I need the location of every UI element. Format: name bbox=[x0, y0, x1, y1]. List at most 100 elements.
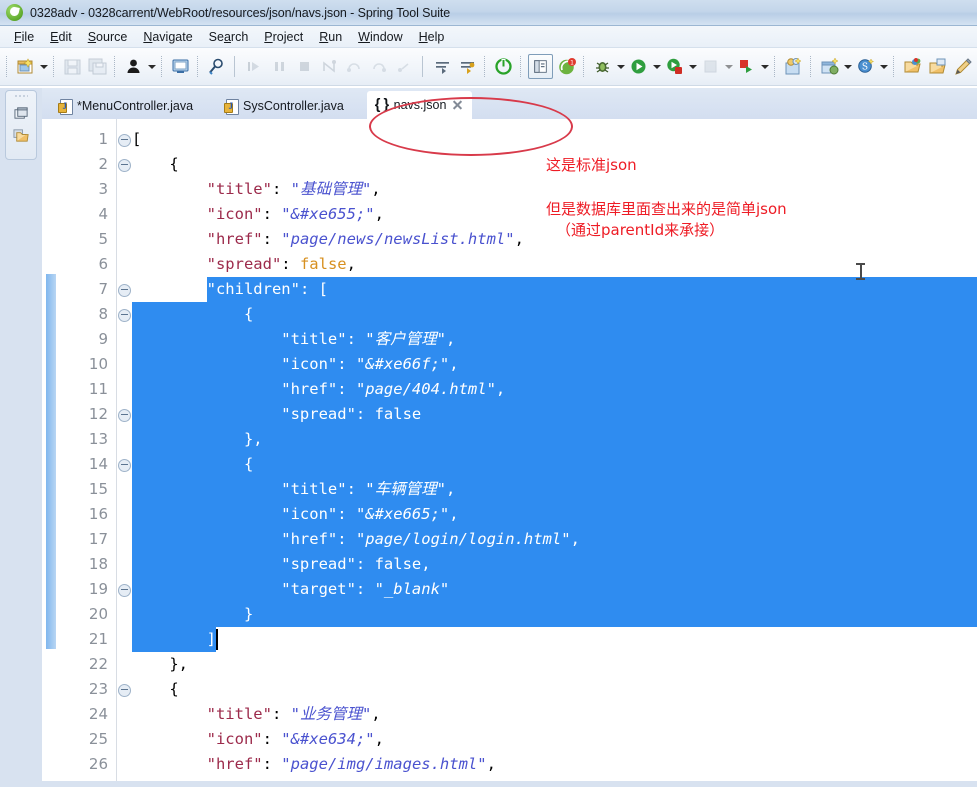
run-icon[interactable] bbox=[627, 55, 650, 78]
toolbar-separator bbox=[583, 56, 586, 77]
new-wizard-dropdown-arrow[interactable] bbox=[38, 55, 49, 78]
next-annotation-icon[interactable] bbox=[431, 55, 454, 78]
code-line[interactable]: "spread": false, bbox=[281, 552, 430, 577]
user-icon[interactable] bbox=[122, 55, 145, 78]
toggle-mark-occurrences-icon[interactable] bbox=[528, 54, 553, 79]
pencil-icon[interactable] bbox=[951, 55, 974, 78]
annotation-note-2: 但是数据库里面查出来的是简单json bbox=[546, 199, 787, 219]
menu-run[interactable]: Run bbox=[311, 29, 350, 45]
line-number: 24 bbox=[58, 702, 108, 727]
fold-toggle-icon[interactable] bbox=[118, 309, 131, 322]
run-as-server-icon[interactable] bbox=[663, 55, 686, 78]
save-icon bbox=[61, 55, 84, 78]
editor-tab-syscontroller.java[interactable]: JSysController.java bbox=[216, 93, 353, 119]
code-token: : bbox=[356, 405, 375, 423]
code-token: "title" bbox=[281, 330, 346, 348]
quick-access-search-icon[interactable] bbox=[205, 55, 228, 78]
menu-search[interactable]: Search bbox=[201, 29, 257, 45]
fold-toggle-icon[interactable] bbox=[118, 584, 131, 597]
debug-dropdown-arrow[interactable] bbox=[615, 55, 626, 78]
fold-toggle-icon[interactable] bbox=[118, 459, 131, 472]
menu-navigate[interactable]: Navigate bbox=[135, 29, 200, 45]
code-line[interactable]: { bbox=[169, 152, 178, 177]
code-line[interactable]: "href": "page/news/newsList.html", bbox=[207, 227, 524, 252]
menu-source[interactable]: Source bbox=[80, 29, 136, 45]
open-type-icon[interactable] bbox=[901, 55, 924, 78]
code-line[interactable]: "spread": false bbox=[281, 402, 421, 427]
fold-toggle-icon[interactable] bbox=[118, 159, 131, 172]
code-token: : [ bbox=[300, 280, 328, 298]
code-token: }, bbox=[169, 655, 188, 673]
toolbar-separator bbox=[197, 56, 200, 77]
code-line[interactable]: { bbox=[244, 302, 253, 327]
menu-file[interactable]: File bbox=[6, 29, 42, 45]
fold-toggle-icon[interactable] bbox=[118, 684, 131, 697]
fold-toggle-icon[interactable] bbox=[118, 409, 131, 422]
code-line[interactable]: "title": "客户管理", bbox=[281, 327, 455, 352]
code-line[interactable]: } bbox=[244, 602, 253, 627]
menu-edit[interactable]: Edit bbox=[42, 29, 80, 45]
console-icon[interactable] bbox=[169, 55, 192, 78]
drop-to-frame-icon bbox=[368, 55, 391, 78]
code-line[interactable]: "icon": "&#xe634;", bbox=[207, 727, 384, 752]
code-line[interactable]: "target": "_blank" bbox=[281, 577, 449, 602]
new-java-class-icon[interactable] bbox=[782, 55, 805, 78]
code-line[interactable]: "icon": "&#xe665;", bbox=[281, 502, 458, 527]
search-dropdown-arrow[interactable] bbox=[878, 55, 889, 78]
code-line[interactable]: }, bbox=[244, 427, 263, 452]
code-line[interactable]: "href": "page/404.html", bbox=[281, 377, 505, 402]
spring-boot-dashboard-icon[interactable]: 1 bbox=[555, 55, 578, 78]
fold-toggle-icon[interactable] bbox=[118, 134, 131, 147]
menu-window[interactable]: Window bbox=[350, 29, 410, 45]
run-dropdown-arrow[interactable] bbox=[651, 55, 662, 78]
code-token: : bbox=[347, 480, 366, 498]
debug-bug-icon[interactable] bbox=[591, 55, 614, 78]
toolbar-separator bbox=[161, 56, 164, 77]
editor-tab-menucontroller.java[interactable]: J*MenuController.java bbox=[50, 93, 202, 119]
code-token: ] bbox=[207, 630, 216, 648]
fold-toggle-icon[interactable] bbox=[118, 284, 131, 297]
code-line[interactable]: "href": "page/img/images.html", bbox=[207, 752, 496, 777]
open-resource-icon[interactable] bbox=[926, 55, 949, 78]
power-toggle-icon[interactable] bbox=[492, 55, 515, 78]
profile-dropdown-arrow[interactable] bbox=[723, 55, 734, 78]
previous-annotation-icon[interactable] bbox=[456, 55, 479, 78]
search-icon[interactable]: S bbox=[854, 55, 877, 78]
code-line[interactable]: "title": "业务管理", bbox=[207, 702, 381, 727]
new-package-dropdown-arrow[interactable] bbox=[842, 55, 853, 78]
new-package-icon[interactable] bbox=[818, 55, 841, 78]
code-line[interactable]: "href": "page/login/login.html", bbox=[281, 527, 580, 552]
code-line[interactable]: "icon": "&#xe655;", bbox=[207, 202, 384, 227]
fast-view-grip[interactable] bbox=[14, 94, 28, 98]
line-number-ruler: 1234567891011121314151617181920212223242… bbox=[58, 119, 117, 787]
code-line[interactable]: "children": [ bbox=[207, 277, 328, 302]
menu-project[interactable]: Project bbox=[256, 29, 311, 45]
code-line[interactable]: "title": "基础管理", bbox=[207, 177, 381, 202]
code-token: "_blank" bbox=[375, 580, 450, 598]
folding-ruler[interactable] bbox=[117, 119, 132, 787]
toolbar-separator bbox=[6, 56, 9, 77]
package-explorer-icon[interactable] bbox=[10, 124, 32, 146]
run-as-server-dropdown-arrow[interactable] bbox=[687, 55, 698, 78]
restore-perspective-icon[interactable] bbox=[10, 102, 32, 124]
step-filters-icon bbox=[393, 55, 416, 78]
code-content[interactable]: [{"title": "基础管理","icon": "&#xe655;","hr… bbox=[132, 119, 977, 787]
code-line[interactable]: [ bbox=[132, 127, 141, 152]
code-line[interactable]: ] bbox=[207, 627, 216, 652]
user-dropdown-arrow[interactable] bbox=[146, 55, 157, 78]
code-line[interactable]: { bbox=[244, 452, 253, 477]
line-number: 1 bbox=[58, 127, 108, 152]
external-tools-dropdown-arrow[interactable] bbox=[759, 55, 770, 78]
new-wizard-icon[interactable] bbox=[14, 55, 37, 78]
code-line[interactable]: { bbox=[169, 677, 178, 702]
annotation-ruler[interactable] bbox=[42, 119, 58, 787]
line-number: 15 bbox=[58, 477, 108, 502]
code-line[interactable]: "title": "车辆管理", bbox=[281, 477, 455, 502]
code-line[interactable]: "icon": "&#xe66f;", bbox=[281, 352, 458, 377]
json-editor[interactable]: 1234567891011121314151617181920212223242… bbox=[42, 119, 977, 787]
external-tools-icon[interactable] bbox=[735, 55, 758, 78]
code-line[interactable]: }, bbox=[169, 652, 188, 677]
toolbar-separator bbox=[53, 56, 56, 77]
code-line[interactable]: "spread": false, bbox=[207, 252, 356, 277]
menu-help[interactable]: Help bbox=[411, 29, 453, 45]
